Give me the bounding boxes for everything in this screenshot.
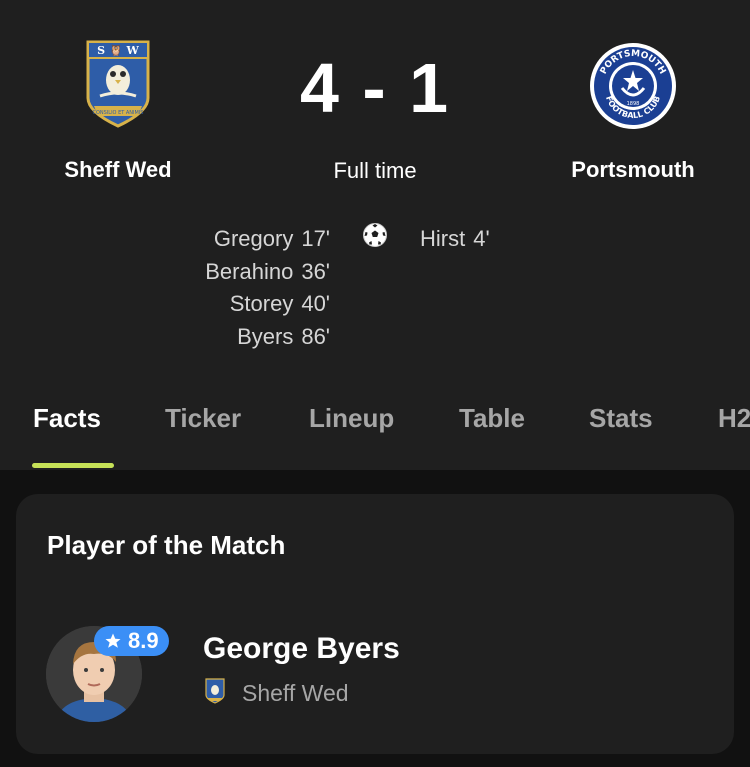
player-rating-value: 8.9 — [128, 628, 159, 653]
scorer-item: Byers 86' — [205, 321, 330, 354]
home-scorers-list: Gregory 17' Berahino 36' Storey 40' Byers 86… — [205, 223, 330, 353]
match-score: 4 - 1 — [299, 49, 451, 127]
scorer-name: Storey — [229, 291, 294, 316]
scorer-minute: 86' — [301, 323, 330, 349]
scorer-minute: 4' — [473, 226, 490, 251]
scorer-name: Berahino — [205, 258, 294, 284]
active-tab-indicator — [32, 463, 114, 468]
scorer-minute: 17' — [301, 226, 330, 251]
card-title: Player of the Match — [47, 530, 286, 560]
svg-text:S 🦉 W: S 🦉 W — [97, 44, 139, 57]
tab-h2h[interactable]: H2H — [718, 403, 750, 434]
tab-stats[interactable]: Stats — [589, 403, 653, 434]
star-icon — [105, 633, 121, 648]
tab-ticker[interactable]: Ticker — [165, 403, 241, 434]
scorer-minute: 36' — [301, 258, 330, 284]
scorer-name: Byers — [237, 323, 294, 349]
sheffield-wednesday-crest-icon[interactable]: S 🦉 W CONSILIO ET ANIMIS — [84, 40, 152, 130]
player-rating-badge: 8.9 — [94, 626, 169, 656]
match-header: S 🦉 W CONSILIO ET ANIMIS Sheff Wed 4 - 1… — [0, 0, 750, 470]
tab-facts[interactable]: Facts — [33, 403, 101, 434]
away-scorers-list: Hirst 4' — [420, 223, 490, 256]
tab-lineup[interactable]: Lineup — [309, 403, 394, 434]
svg-text:1898: 1898 — [627, 101, 640, 107]
player-team-name: Sheff Wed — [242, 680, 349, 706]
match-tabs: Facts Ticker Lineup Table Stats H2H — [0, 395, 750, 470]
home-team-name[interactable]: Sheff Wed — [18, 157, 218, 183]
away-team-name[interactable]: Portsmouth — [533, 157, 733, 183]
sheffield-wednesday-crest-icon — [205, 678, 225, 704]
scorer-minute: 40' — [301, 291, 330, 316]
portsmouth-crest-icon[interactable]: PORTSMOUTH FOOTBALL CLUB 1898 — [589, 42, 677, 130]
tab-table[interactable]: Table — [459, 403, 525, 434]
football-icon — [363, 223, 387, 247]
player-name[interactable]: George Byers — [203, 632, 400, 666]
scorer-item: Storey 40' — [205, 288, 330, 321]
svg-text:CONSILIO ET ANIMIS: CONSILIO ET ANIMIS — [92, 110, 143, 116]
match-status: Full time — [333, 158, 417, 183]
scorer-name: Hirst — [420, 226, 466, 251]
scorer-item: Hirst 4' — [420, 223, 490, 256]
player-of-the-match-card[interactable]: Player of the Match 8.9 George Byers She… — [16, 494, 734, 754]
scorer-name: Gregory — [213, 226, 294, 251]
scorer-item: Gregory 17' — [205, 223, 330, 256]
scorer-item: Berahino 36' — [205, 256, 330, 289]
